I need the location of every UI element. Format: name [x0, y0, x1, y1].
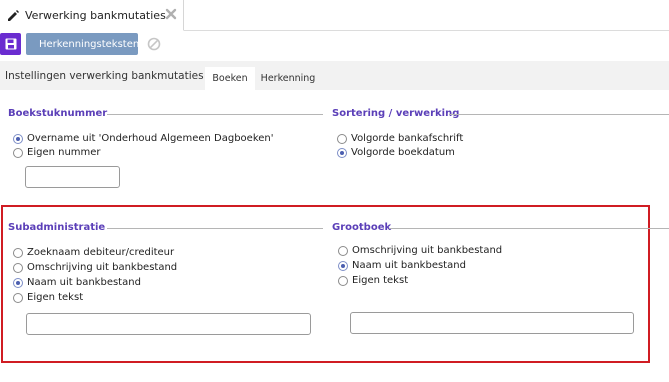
section-title-subadministratie: Subadministratie — [8, 222, 106, 233]
tab-verwerking-bankmutaties[interactable]: Verwerking bankmutaties — [0, 0, 184, 31]
radio-overname[interactable]: Overname uit 'Onderhoud Algemeen Dagboek… — [13, 133, 274, 144]
radio-label: Zoeknaam debiteur/crediteur — [27, 247, 175, 258]
page-title: Instellingen verwerking bankmutaties — [5, 70, 204, 82]
subadministratie-tekst-input[interactable] — [26, 313, 311, 335]
radio-label: Eigen nummer — [27, 147, 101, 158]
radio-eigen-tekst[interactable]: Eigen tekst — [13, 292, 83, 303]
radio-button[interactable] — [13, 262, 23, 273]
section-title-grootboek: Grootboek — [332, 222, 392, 233]
radio-volgorde-bankafschrift[interactable]: Volgorde bankafschrift — [337, 133, 463, 144]
radio-button[interactable] — [13, 133, 23, 144]
section-divider — [389, 228, 669, 229]
radio-omschrijving[interactable]: Omschrijving uit bankbestand — [338, 245, 502, 256]
radio-button[interactable] — [338, 275, 348, 286]
radio-volgorde-boekdatum[interactable]: Volgorde boekdatum — [337, 147, 455, 158]
settings-header: Instellingen verwerking bankmutaties Boe… — [0, 61, 669, 90]
floppy-disk-icon — [5, 38, 16, 50]
radio-button[interactable] — [338, 260, 348, 271]
eigen-nummer-input[interactable] — [25, 166, 120, 188]
radio-button[interactable] — [338, 245, 348, 256]
section-title-boekstuknummer: Boekstuknummer — [8, 108, 108, 119]
cancel-icon[interactable] — [147, 37, 161, 51]
radio-eigen-tekst[interactable]: Eigen tekst — [338, 275, 408, 286]
radio-naam[interactable]: Naam uit bankbestand — [13, 277, 141, 288]
radio-label: Omschrijving uit bankbestand — [352, 245, 503, 256]
radio-omschrijving[interactable]: Omschrijving uit bankbestand — [13, 262, 177, 273]
radio-button[interactable] — [13, 147, 23, 158]
radio-button[interactable] — [13, 277, 23, 288]
radio-label: Eigen tekst — [27, 292, 84, 303]
section-divider — [107, 114, 323, 115]
pencil-icon — [8, 10, 19, 21]
radio-label: Eigen tekst — [352, 275, 409, 286]
radio-label: Omschrijving uit bankbestand — [27, 262, 178, 273]
herkenningsteksten-button[interactable]: Herkenningsteksten — [26, 33, 140, 55]
radio-label: Overname uit 'Onderhoud Algemeen Dagboek… — [27, 133, 274, 144]
tab-herkenning[interactable]: Herkenning — [256, 67, 320, 90]
radio-button[interactable] — [337, 147, 347, 158]
radio-zoeknaam[interactable]: Zoeknaam debiteur/crediteur — [13, 247, 174, 258]
tab-label: Verwerking bankmutaties — [25, 9, 166, 22]
radio-naam[interactable]: Naam uit bankbestand — [338, 260, 466, 271]
grootboek-tekst-input[interactable] — [350, 312, 634, 334]
radio-button[interactable] — [13, 292, 23, 303]
section-divider — [107, 228, 323, 229]
radio-label: Naam uit bankbestand — [352, 260, 466, 271]
tab-bar-divider — [184, 30, 669, 31]
tab-boeken[interactable]: Boeken — [205, 67, 255, 90]
radio-eigen-nummer[interactable]: Eigen nummer — [13, 147, 101, 158]
radio-button[interactable] — [337, 133, 347, 144]
close-icon[interactable] — [165, 8, 177, 20]
section-title-sortering: Sortering / verwerking — [332, 108, 460, 119]
radio-label: Volgorde bankafschrift — [351, 133, 464, 144]
radio-button[interactable] — [13, 247, 23, 258]
herkenningsteksten-label: Herkenningsteksten — [39, 38, 140, 50]
radio-label: Volgorde boekdatum — [351, 147, 455, 158]
radio-label: Naam uit bankbestand — [27, 277, 141, 288]
save-button[interactable] — [0, 33, 21, 55]
section-divider — [449, 114, 669, 115]
